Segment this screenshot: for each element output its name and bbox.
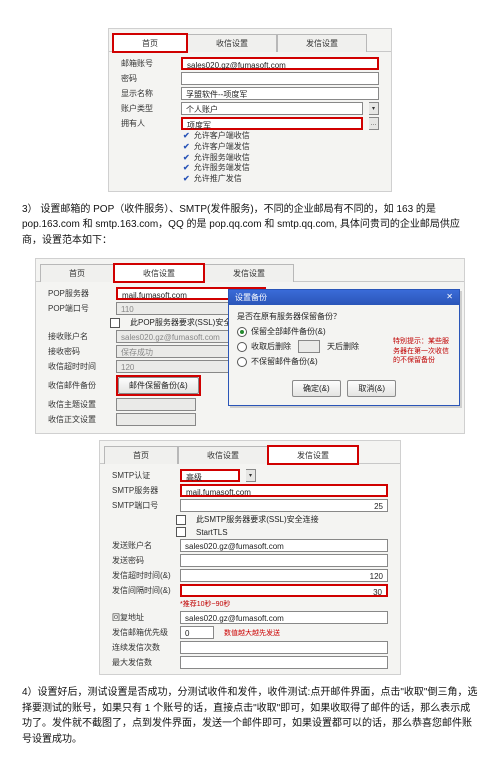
instruction-step-4: 4）设置好后，测试设置是否成功，分测试收件和发件，收件测试:点开邮件界面，点击"… bbox=[22, 685, 478, 747]
search-icon[interactable]: … bbox=[369, 117, 379, 130]
max-count-input[interactable] bbox=[180, 656, 388, 669]
label-priority: 发信邮箱优先级 bbox=[112, 627, 174, 638]
tab-send[interactable]: 发信设置 bbox=[268, 446, 358, 464]
send-password-input[interactable] bbox=[180, 554, 388, 567]
password-input[interactable] bbox=[181, 72, 379, 85]
label-smtp-ssl: 此SMTP服务器要求(SSL)安全连接 bbox=[196, 514, 319, 525]
label-consecutive-count: 连续发信次数 bbox=[112, 642, 174, 653]
tab-home[interactable]: 首页 bbox=[113, 34, 187, 52]
account-basic-panel: 首页 收信设置 发信设置 邮箱账号 sales020.gz@fumasoft.c… bbox=[108, 28, 392, 192]
radio-no-backup-label: 不保留邮件备份(&) bbox=[251, 356, 318, 367]
send-account-input[interactable]: sales020.gz@fumasoft.com bbox=[180, 539, 388, 552]
label-starttls: StartTLS bbox=[196, 528, 228, 537]
send-interval-input[interactable]: 30 bbox=[180, 584, 388, 597]
radio-delete-after[interactable] bbox=[237, 342, 247, 352]
dialog-ok-button[interactable]: 确定(&) bbox=[292, 380, 341, 397]
radio-keep-all-label: 保留全部邮件备份(&) bbox=[251, 326, 326, 337]
priority-input[interactable]: 0 bbox=[180, 626, 214, 639]
smtp-port-input[interactable]: 25 bbox=[180, 499, 388, 512]
label-display-name: 显示名称 bbox=[121, 88, 175, 99]
chevron-down-icon[interactable]: ▾ bbox=[246, 469, 256, 482]
backup-dialog: 设置备份 ✕ 是否在原有服务器保留备份？ 保留全部邮件备份(&) 收取后删除 天… bbox=[228, 289, 460, 406]
account-input[interactable]: sales020.gz@fumasoft.com bbox=[181, 57, 379, 70]
label-smtp-auth: SMTP认证 bbox=[112, 470, 174, 481]
subject-filter-input[interactable] bbox=[116, 398, 196, 411]
smtp-auth-select[interactable]: 高级 bbox=[180, 469, 240, 482]
label-account-type: 账户类型 bbox=[121, 103, 175, 114]
chevron-down-icon[interactable]: ▾ bbox=[369, 102, 379, 115]
smtp-server-input[interactable]: mail.fumasoft.com bbox=[180, 484, 388, 497]
radio-delete-after-label: 收取后删除 bbox=[251, 341, 291, 352]
perm-client-send: ✔允许客户端发信 bbox=[113, 142, 387, 153]
tabs-p3: 首页 收信设置 发信设置 bbox=[100, 441, 400, 464]
send-timeout-input[interactable]: 120 bbox=[180, 569, 388, 582]
tabs: 首页 收信设置 发信设置 bbox=[109, 29, 391, 52]
instruction-step-3: 3） 设置邮箱的 POP（收件服务）、SMTP(发件服务)，不同的企业邮局有不同… bbox=[22, 202, 478, 249]
label-send-interval: 发信间隔时间(&) bbox=[112, 585, 174, 596]
account-type-select[interactable]: 个人账户 bbox=[181, 102, 363, 115]
radio-keep-all[interactable] bbox=[237, 327, 247, 337]
starttls-checkbox[interactable] bbox=[176, 527, 186, 537]
tab-receive[interactable]: 收信设置 bbox=[187, 34, 277, 52]
tabs-p2: 首页 收信设置 发信设置 bbox=[36, 259, 464, 282]
label-password: 密码 bbox=[121, 73, 175, 84]
perm-server-recv: ✔允许服务端收信 bbox=[113, 153, 387, 164]
label-recv-password: 接收密码 bbox=[48, 346, 110, 357]
label-body-filter: 收信正文设置 bbox=[48, 414, 110, 425]
tab-send[interactable]: 发信设置 bbox=[277, 34, 367, 52]
label-smtp-port: SMTP端口号 bbox=[112, 500, 174, 511]
perm-promo-send: ✔允许推广发信 bbox=[113, 174, 387, 185]
label-owner: 拥有人 bbox=[121, 118, 175, 129]
label-send-timeout: 发信超时时间(&) bbox=[112, 570, 174, 581]
tab-send[interactable]: 发信设置 bbox=[204, 264, 294, 282]
tab-home[interactable]: 首页 bbox=[40, 264, 114, 282]
label-backup: 收信邮件备份 bbox=[48, 380, 110, 391]
perm-client-recv: ✔允许客户端收信 bbox=[113, 131, 387, 142]
smtp-ssl-checkbox[interactable] bbox=[176, 515, 186, 525]
dialog-warning: 特别提示：某些服务器在第一次收信的不保留备份 bbox=[393, 337, 453, 364]
smtp-settings-panel: 首页 收信设置 发信设置 SMTP认证 高级 ▾ SMTP服务器 mail.fu… bbox=[99, 440, 401, 675]
close-icon[interactable]: ✕ bbox=[446, 292, 453, 303]
consecutive-count-input[interactable] bbox=[180, 641, 388, 654]
label-pop-server: POP服务器 bbox=[48, 288, 110, 299]
body-filter-input[interactable] bbox=[116, 413, 196, 426]
tab-home[interactable]: 首页 bbox=[104, 446, 178, 464]
label-subject-filter: 收信主题设置 bbox=[48, 399, 110, 410]
radio-delete-after-suffix: 天后删除 bbox=[327, 341, 359, 352]
priority-tip: 数值越大越先发送 bbox=[224, 628, 280, 638]
backup-button-outline: 邮件保留备份(&) bbox=[116, 375, 201, 396]
label-account: 邮箱账号 bbox=[121, 58, 175, 69]
label-reply-address: 回复地址 bbox=[112, 612, 174, 623]
label-send-account: 发送账户名 bbox=[112, 540, 174, 551]
backup-settings-button[interactable]: 邮件保留备份(&) bbox=[118, 377, 199, 394]
pop-ssl-checkbox[interactable] bbox=[110, 318, 120, 328]
dialog-title: 设置备份 bbox=[235, 292, 267, 303]
dialog-cancel-button[interactable]: 取消(&) bbox=[347, 380, 396, 397]
interval-tip: *推荐10秒~90秒 bbox=[180, 599, 230, 609]
label-recv-timeout: 收信超时时间 bbox=[48, 361, 110, 372]
perm-server-send: ✔允许服务端发信 bbox=[113, 163, 387, 174]
tab-receive[interactable]: 收信设置 bbox=[178, 446, 268, 464]
tab-receive[interactable]: 收信设置 bbox=[114, 264, 204, 282]
label-max-count: 最大发信数 bbox=[112, 657, 174, 668]
reply-address-input[interactable]: sales020.gz@fumasoft.com bbox=[180, 611, 388, 624]
owner-input[interactable]: 项度军 bbox=[181, 117, 363, 130]
radio-no-backup[interactable] bbox=[237, 357, 247, 367]
label-recv-account: 接收账户名 bbox=[48, 331, 110, 342]
label-pop-port: POP端口号 bbox=[48, 303, 110, 314]
display-name-input[interactable]: 孚盟软件--项度军 bbox=[181, 87, 379, 100]
label-send-password: 发送密码 bbox=[112, 555, 174, 566]
dialog-question: 是否在原有服务器保留备份？ bbox=[237, 311, 451, 322]
pop-settings-panel: 首页 收信设置 发信设置 POP服务器 mail.fumasoft.com PO… bbox=[35, 258, 465, 434]
delete-days-input[interactable] bbox=[298, 340, 320, 353]
label-smtp-server: SMTP服务器 bbox=[112, 485, 174, 496]
